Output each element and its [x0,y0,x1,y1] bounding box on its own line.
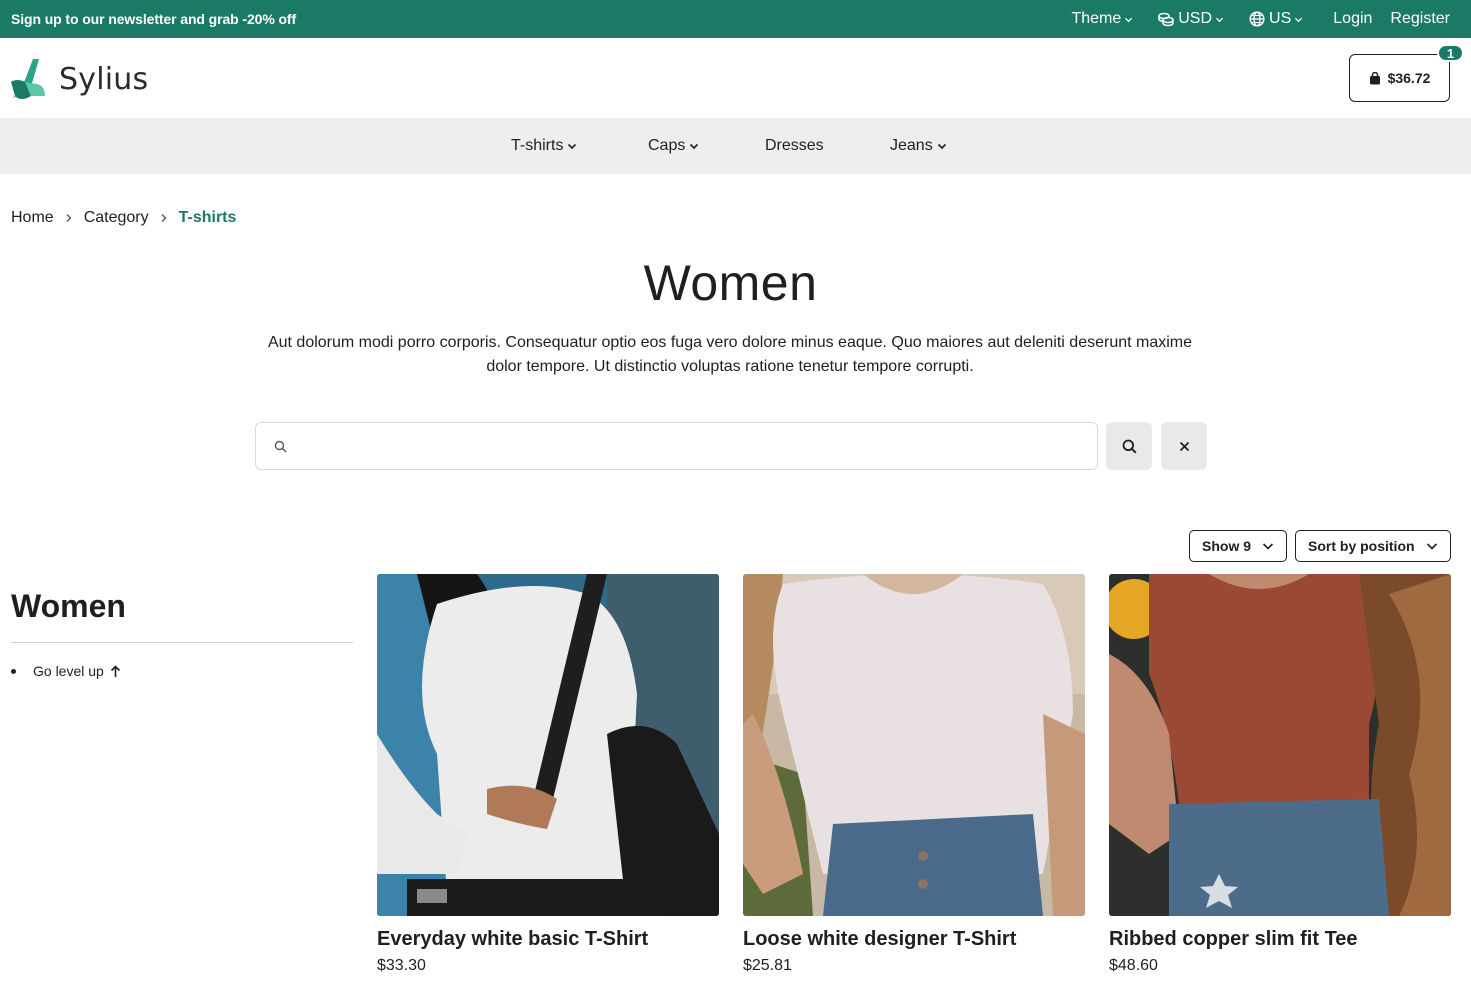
nav-item-label: Dresses [765,137,824,154]
site-header: Sylius $36.72 1 [0,38,1471,118]
category-description: Aut dolorum modi porro corporis. Consequ… [267,334,1193,375]
chevron-down-icon [1215,17,1224,22]
nav-item-caps[interactable]: Caps [648,137,699,155]
chevron-down-icon [1125,17,1133,22]
chevron-right-icon [160,213,168,223]
clear-search-button[interactable] [1161,422,1207,470]
product-price: $33.30 [377,957,426,974]
theme-dropdown[interactable]: Theme [1071,10,1133,28]
product-image[interactable] [1109,574,1451,916]
globe-icon [1246,11,1265,27]
chevron-down-icon [568,143,577,150]
promo-bar: Sign up to our newsletter and grab -20% … [0,0,1471,38]
cart-button[interactable]: $36.72 [1349,54,1450,102]
product-name[interactable]: Ribbed copper slim fit Tee [1109,928,1451,951]
product-image[interactable] [377,574,719,916]
newsletter-promo: Sign up to our newsletter and grab -20% … [11,11,297,27]
nav-item-jeans[interactable]: Jeans [890,137,947,155]
search-input[interactable] [300,423,1080,469]
nav-item-label: Jeans [890,137,933,154]
breadcrumb: Home Category T-shirts [11,209,236,227]
currency-label: USD [1178,10,1213,27]
chevron-down-icon [1262,543,1274,550]
search-icon [274,440,287,453]
go-level-up-link[interactable]: Go level up [11,663,121,679]
sort-dropdown[interactable]: Sort by position [1295,530,1451,562]
go-level-up-label: Go level up [33,663,104,679]
locale-dropdown[interactable]: US [1246,10,1303,28]
product-card[interactable]: Ribbed copper slim fit Tee $48.60 [1109,574,1451,975]
login-link[interactable]: Login [1333,10,1372,28]
chevron-down-icon [1295,17,1303,22]
product-price: $48.60 [1109,957,1158,974]
close-icon [1179,441,1189,451]
show-limit-dropdown[interactable]: Show 9 [1189,530,1287,562]
sidebar-divider [11,642,353,643]
sylius-logo-icon [11,59,45,99]
sidebar-taxon-list: Go level up [11,663,121,679]
register-link[interactable]: Register [1390,10,1450,28]
breadcrumb-current: T-shirts [178,209,237,226]
product-price: $25.81 [743,957,792,974]
site-logo[interactable]: Sylius [11,58,148,100]
sort-label: Sort by position [1308,538,1415,554]
nav-item-label: T-shirts [511,137,564,154]
chevron-down-icon [690,143,699,150]
coins-icon [1155,11,1174,27]
page-title: Women [643,255,818,311]
nav-item-dresses[interactable]: Dresses [765,137,824,155]
currency-dropdown[interactable]: USD [1155,10,1224,28]
search-button[interactable] [1106,422,1152,470]
nav-item-tshirts[interactable]: T-shirts [511,137,577,155]
list-bullet [11,668,16,674]
chevron-right-icon [65,213,73,223]
arrow-up-icon [110,664,120,677]
sidebar-title: Women [11,588,126,624]
topbar-controls: Theme USD US Login Register [1049,0,1450,38]
chevron-down-icon [1426,543,1438,550]
product-image[interactable] [743,574,1085,916]
theme-label: Theme [1071,10,1122,27]
product-card[interactable]: Everyday white basic T-Shirt $33.30 [377,574,719,975]
category-nav: T-shirts Caps Dresses Jeans [0,118,1471,174]
cart-total: $36.72 [1387,70,1431,86]
show-limit-label: Show 9 [1202,538,1252,554]
bag-icon [1369,71,1381,85]
logo-text: Sylius [59,61,149,97]
product-name[interactable]: Everyday white basic T-Shirt [377,928,719,951]
cart-count-badge: 1 [1437,44,1464,62]
breadcrumb-category[interactable]: Category [84,209,149,227]
product-name[interactable]: Loose white designer T-Shirt [743,928,1085,951]
breadcrumb-home[interactable]: Home [11,209,54,227]
nav-item-label: Caps [648,137,686,154]
product-card[interactable]: Loose white designer T-Shirt $25.81 [743,574,1085,975]
search-icon [1122,439,1137,454]
locale-label: US [1269,10,1292,27]
chevron-down-icon [937,143,946,150]
search-field[interactable] [255,422,1098,470]
